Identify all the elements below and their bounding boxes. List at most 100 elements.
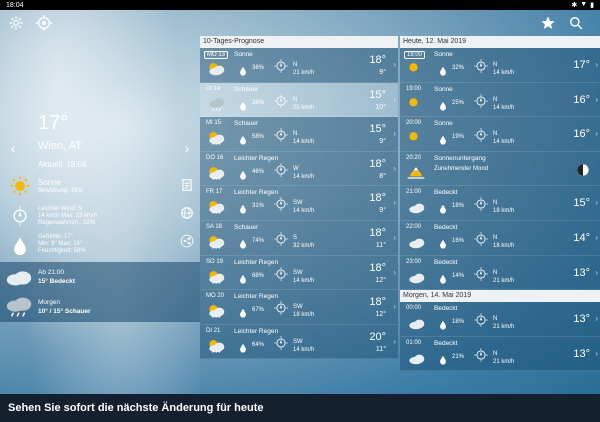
chevron-right-icon: › xyxy=(393,302,396,312)
wind-compass-icon xyxy=(474,197,488,212)
sun-rain-icon xyxy=(206,268,226,286)
bluetooth-icon: ✱ xyxy=(571,2,578,9)
wind-compass-icon xyxy=(474,128,488,143)
wind-compass-icon xyxy=(274,128,288,143)
hour-row[interactable]: 19:00 Sonne 25% N 14 km/h 16° › xyxy=(400,82,600,118)
tomorrow-value: 10° / 15° Schauer xyxy=(38,308,91,315)
hour-row[interactable]: 22:00 Bedeckt 16% N 18 km/h 14° › xyxy=(400,220,600,256)
hour-row[interactable]: 20:00 Sonne 19% N 14 km/h 16° › xyxy=(400,117,600,152)
day-label: MO 20 xyxy=(206,293,225,300)
hour-condition: Bedeckt xyxy=(434,305,458,313)
day-row[interactable]: MO 20 Leichter Regen 67% SW 18 km/h 18° 12° › xyxy=(200,290,398,325)
hour-row[interactable]: 21:00 Bedeckt 18% N 18 km/h 15° › xyxy=(400,186,600,221)
gear-icon xyxy=(9,16,23,30)
sun-rain-icon xyxy=(206,129,226,147)
wind-speed: 21 km/h xyxy=(493,324,515,331)
wind-direction: N xyxy=(293,62,298,68)
next-location-button[interactable]: › xyxy=(180,140,194,156)
wind-direction: W xyxy=(293,165,299,172)
feels-like: Gefühlte: 17° xyxy=(38,234,74,240)
condition-details: Sonne Bewölkung: 15% xyxy=(38,178,83,195)
chevron-right-icon: › xyxy=(393,163,396,173)
location-button[interactable] xyxy=(34,13,54,33)
hour-temp: 14° xyxy=(573,231,590,244)
day-row[interactable]: MO 13 Sonne 36% N 21 km/h 18° 9° › xyxy=(200,48,398,83)
wind-speed: 14 km/h xyxy=(493,70,515,76)
share-button[interactable] xyxy=(180,234,194,248)
hour-temp: 13° xyxy=(573,347,590,360)
wind-compass-icon xyxy=(274,335,288,350)
raindrop-icon xyxy=(438,63,448,76)
hour-temp: 17° xyxy=(573,59,590,71)
wind-direction: N xyxy=(493,234,498,241)
hour-row[interactable]: 01:00 Bedeckt 21% N 21 km/h 13° › xyxy=(400,336,600,372)
sun-rain-icon xyxy=(206,337,226,355)
chevron-left-icon: ‹ xyxy=(10,140,16,156)
wind-speed: 14 km/h xyxy=(293,346,315,353)
rain-percent: 74% xyxy=(252,237,265,244)
hour-row[interactable]: 23:00 Bedeckt 14% N 21 km/h 13° › xyxy=(400,255,600,291)
rain-percent: 18% xyxy=(452,203,465,210)
min-temp: 12° xyxy=(375,276,386,284)
hour-time: 01:00 xyxy=(406,339,422,346)
web-button[interactable] xyxy=(180,206,194,220)
wind-compass-icon xyxy=(274,231,288,246)
cloud-icon xyxy=(406,198,426,216)
day-row[interactable]: MI 15 Schauer 58% N 14 km/h 15° 9° › xyxy=(200,117,398,152)
hour-condition: Bedeckt xyxy=(434,189,458,197)
chevron-right-icon: › xyxy=(595,198,598,208)
rain-percent: 18% xyxy=(452,319,465,326)
wind-speed: 14 km/h Max: 23 km/h xyxy=(38,213,98,219)
prev-location-button[interactable]: ‹ xyxy=(6,140,20,156)
updated-time: Aktuell: 18:04 xyxy=(38,160,87,169)
chevron-right-icon: › xyxy=(393,267,396,277)
hour-temp: 16° xyxy=(573,128,590,141)
chevron-right-icon: › xyxy=(595,232,598,242)
current-temperature: 17° xyxy=(38,112,69,134)
day-row[interactable]: DI 14 Schauer 36% N 25 km/h 15° 10° › xyxy=(200,82,398,118)
wind-compass-icon xyxy=(474,313,488,328)
day-row[interactable]: DI 21 Leichter Regen 64% SW 14 km/h 20° 11° › xyxy=(200,324,398,360)
wind-compass-icon xyxy=(474,347,488,362)
wind-speed: 18 km/h xyxy=(493,242,515,249)
rain-percent: 25% xyxy=(452,99,465,106)
wind-info: N 14 km/h xyxy=(493,96,514,112)
settings-button[interactable] xyxy=(6,13,26,33)
min-max: Min: 9° Max: 18° xyxy=(38,241,83,247)
wind-speed: 14 km/h xyxy=(493,139,515,146)
cloud-icon xyxy=(406,349,426,367)
day-row[interactable]: SO 19 Leichter Regen 68% SW 14 km/h 18° 12° › xyxy=(200,255,398,291)
day-row[interactable]: SA 18 Schauer 74% S 32 km/h 18° 11° › xyxy=(200,220,398,256)
chevron-right-icon: › xyxy=(393,129,396,139)
wind-direction: SW xyxy=(293,304,303,311)
hour-row[interactable]: 18:00 Sonne 32% N 14 km/h 17° › xyxy=(400,48,600,83)
details-button[interactable] xyxy=(180,178,194,192)
search-button[interactable] xyxy=(566,13,586,33)
next-change-forecast[interactable]: Ab 21:00 15° Bedeckt xyxy=(0,262,200,292)
rain-percent: 31% xyxy=(252,203,265,210)
wind-speed: 14 km/h xyxy=(293,277,315,284)
rain-probability: Regenwahrsch.: 32% xyxy=(38,220,96,226)
sun-icon xyxy=(10,176,30,196)
min-temp: 12° xyxy=(375,311,386,319)
status-bar: 18:04 ✱ ▼ ▮ xyxy=(0,0,600,10)
rain-percent: 36% xyxy=(252,99,265,106)
hour-condition: Sonne xyxy=(434,120,453,128)
chevron-right-icon: › xyxy=(595,60,598,69)
wind-info: SW 14 km/h xyxy=(293,269,314,285)
favorite-button[interactable] xyxy=(538,13,558,33)
chevron-right-icon: › xyxy=(595,94,598,104)
max-temp: 18° xyxy=(369,192,386,205)
share-icon xyxy=(180,234,194,248)
wind-direction: SW xyxy=(293,338,303,345)
day-row[interactable]: DO 16 Leichter Regen 46% W 14 km/h 18° 8° › xyxy=(200,151,398,187)
day-condition: Leichter Regen xyxy=(234,154,279,162)
tomorrow-forecast[interactable]: Morgen 10° / 15° Schauer xyxy=(0,292,200,322)
hour-condition: Bedeckt xyxy=(434,223,458,231)
hour-row[interactable]: 00:00 Bedeckt 18% N 21 km/h 13° › xyxy=(400,302,600,337)
hourly-header-today: Heute, 12. Mai 2019 xyxy=(400,36,600,48)
side-actions xyxy=(180,178,194,248)
day-row[interactable]: FR 17 Leichter Regen 31% SW 14 km/h 18° 9° › xyxy=(200,186,398,221)
wind-speed: 14 km/h xyxy=(293,208,315,215)
wind-info: W 14 km/h xyxy=(293,165,314,181)
